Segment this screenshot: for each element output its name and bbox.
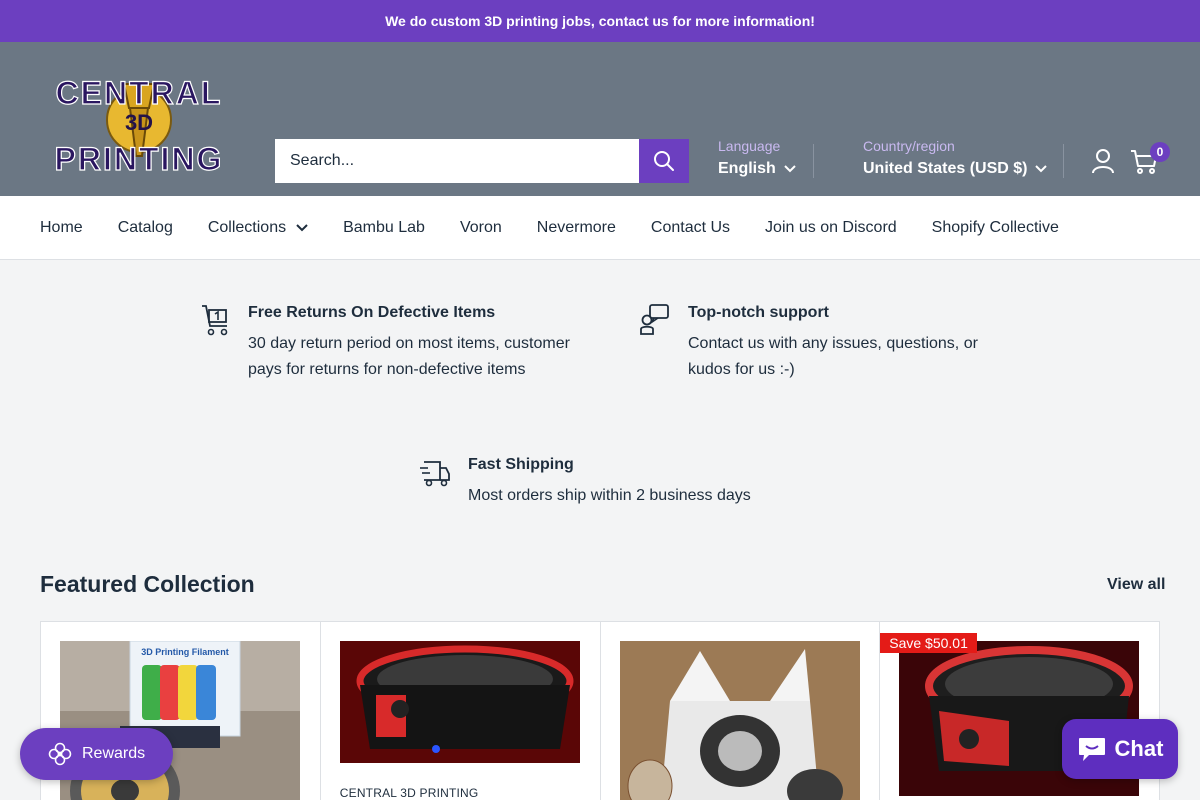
divider bbox=[1063, 144, 1064, 178]
rewards-launcher[interactable]: Rewards bbox=[20, 728, 173, 780]
sale-badge: Save $50.01 bbox=[880, 633, 977, 653]
feature-title: Fast Shipping bbox=[468, 456, 574, 473]
nav-label: Collections bbox=[207, 218, 287, 236]
product-card[interactable]: CENTRAL 3D PRINTING bbox=[321, 622, 601, 800]
product-card[interactable] bbox=[601, 622, 881, 800]
nav-label: Nevermore bbox=[536, 218, 616, 236]
chevron-down-icon bbox=[296, 223, 308, 231]
divider bbox=[813, 144, 814, 178]
search-icon bbox=[654, 151, 674, 171]
feature-shipping: Fast Shipping Most orders ship within 2 … bbox=[420, 456, 800, 509]
support-agent-icon bbox=[640, 304, 669, 335]
svg-text:PRINTING: PRINTING bbox=[55, 141, 224, 176]
featured-collection-title: Featured Collection bbox=[40, 571, 255, 597]
country-selector[interactable]: Country/region United States (USD $) bbox=[863, 138, 1048, 178]
feature-returns: Free Returns On Defective Items 30 day r… bbox=[200, 304, 580, 382]
chat-label: Chat bbox=[1114, 736, 1164, 761]
nav-item-voron[interactable]: Voron bbox=[460, 219, 502, 237]
svg-text:3D Printing Filament: 3D Printing Filament bbox=[141, 647, 229, 657]
feature-support: Top-notch support Contact us with any is… bbox=[640, 304, 1000, 382]
feature-text: Contact us with any issues, questions, o… bbox=[688, 335, 978, 378]
search-input[interactable] bbox=[275, 139, 639, 183]
nav-label: Voron bbox=[459, 218, 502, 236]
nav-label: Shopify Collective bbox=[931, 218, 1059, 236]
chevron-down-icon bbox=[1035, 165, 1048, 173]
rewards-flower-icon bbox=[48, 742, 72, 766]
delivery-truck-icon bbox=[420, 461, 450, 487]
product-grid: 3D Printing Filament CENTRAL 3D PRINTING bbox=[40, 621, 1160, 800]
site-header: 3D CENTRAL PRINTING Language English Cou… bbox=[0, 42, 1200, 196]
nav-item-home[interactable]: Home bbox=[40, 219, 83, 237]
nav-item-nevermore[interactable]: Nevermore bbox=[537, 219, 616, 237]
country-value: United States (USD $) bbox=[863, 160, 1028, 177]
nav-label: Join us on Discord bbox=[765, 218, 897, 236]
search-form bbox=[275, 139, 689, 183]
svg-text:3D: 3D bbox=[125, 110, 153, 135]
feature-text: 30 day return period on most items, cust… bbox=[248, 335, 570, 378]
store-logo[interactable]: 3D CENTRAL PRINTING bbox=[52, 64, 227, 176]
nav-item-contact-us[interactable]: Contact Us bbox=[651, 219, 730, 237]
nav-item-discord[interactable]: Join us on Discord bbox=[765, 219, 897, 237]
feature-title: Free Returns On Defective Items bbox=[248, 304, 496, 321]
chat-launcher[interactable]: Chat bbox=[1062, 719, 1178, 779]
search-button[interactable] bbox=[639, 139, 689, 183]
language-selector[interactable]: Language English bbox=[718, 138, 796, 178]
announcement-bar: We do custom 3D printing jobs, contact u… bbox=[0, 0, 1200, 42]
nav-label: Catalog bbox=[117, 218, 173, 236]
country-label: Country/region bbox=[863, 138, 955, 154]
feature-text: Most orders ship within 2 business days bbox=[468, 487, 751, 504]
nav-item-shopify-collective[interactable]: Shopify Collective bbox=[932, 219, 1059, 237]
white-box-spool-photo[interactable] bbox=[619, 641, 860, 800]
red-black-filter-housing-render[interactable] bbox=[339, 641, 580, 763]
view-all-link[interactable]: View all bbox=[1107, 576, 1165, 594]
return-box-icon bbox=[202, 305, 228, 336]
account-icon[interactable] bbox=[1091, 148, 1115, 174]
feature-title: Top-notch support bbox=[688, 304, 829, 321]
product-vendor: CENTRAL 3D PRINTING bbox=[339, 786, 479, 800]
nav-item-catalog[interactable]: Catalog bbox=[118, 219, 173, 237]
nav-label: Bambu Lab bbox=[343, 218, 425, 236]
nav-label: Contact Us bbox=[650, 218, 731, 236]
language-value: English bbox=[718, 160, 776, 177]
cart-count-badge: 0 bbox=[1150, 142, 1170, 162]
announcement-text: We do custom 3D printing jobs, contact u… bbox=[385, 13, 815, 29]
nav-item-collections[interactable]: Collections bbox=[208, 219, 308, 237]
chat-bubble-icon bbox=[1078, 738, 1105, 761]
main-nav: Home Catalog Collections Bambu Lab Voron… bbox=[0, 196, 1200, 260]
language-label: Language bbox=[718, 138, 781, 154]
nav-item-bambu-lab[interactable]: Bambu Lab bbox=[343, 219, 425, 237]
chevron-down-icon bbox=[784, 165, 796, 173]
rewards-label: Rewards bbox=[82, 745, 146, 762]
svg-text:CENTRAL: CENTRAL bbox=[56, 75, 223, 111]
nav-label: Home bbox=[40, 218, 83, 236]
